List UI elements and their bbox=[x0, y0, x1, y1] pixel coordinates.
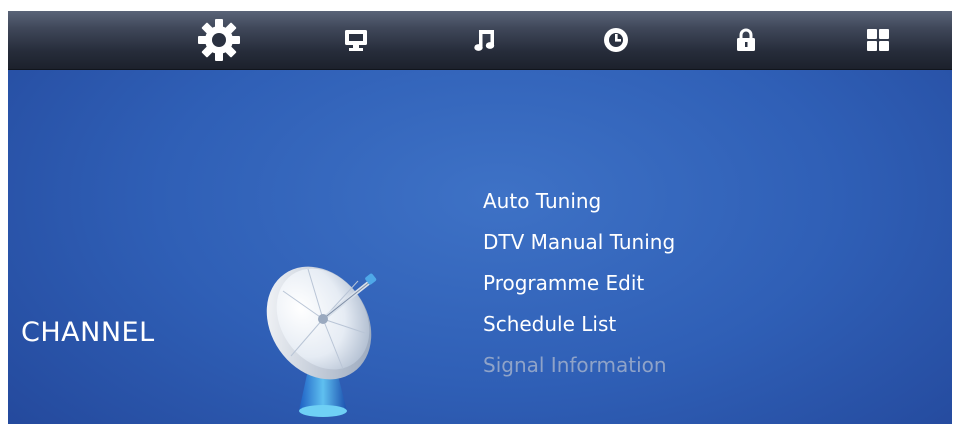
menu-item-auto-tuning[interactable]: Auto Tuning bbox=[483, 185, 675, 226]
monitor-icon[interactable] bbox=[328, 11, 384, 69]
section-title: CHANNEL bbox=[21, 317, 155, 348]
tv-menu-screen: CHANNEL Auto Tuning DTV Manual Tuning Pr… bbox=[8, 11, 952, 424]
channel-menu: Auto Tuning DTV Manual Tuning Programme … bbox=[483, 185, 675, 390]
menu-item-schedule-list[interactable]: Schedule List bbox=[483, 308, 675, 349]
top-menu-bar bbox=[8, 11, 952, 70]
apps-grid-icon[interactable] bbox=[850, 11, 906, 69]
clock-icon[interactable] bbox=[588, 11, 644, 69]
menu-item-signal-information: Signal Information bbox=[483, 353, 667, 377]
menu-item-programme-edit[interactable]: Programme Edit bbox=[483, 267, 675, 308]
music-note-icon[interactable] bbox=[457, 11, 513, 69]
settings-gear-icon[interactable] bbox=[191, 11, 247, 69]
satellite-dish-icon bbox=[253, 261, 403, 424]
menu-item-dtv-manual-tuning[interactable]: DTV Manual Tuning bbox=[483, 226, 675, 267]
lock-icon[interactable] bbox=[718, 11, 774, 69]
